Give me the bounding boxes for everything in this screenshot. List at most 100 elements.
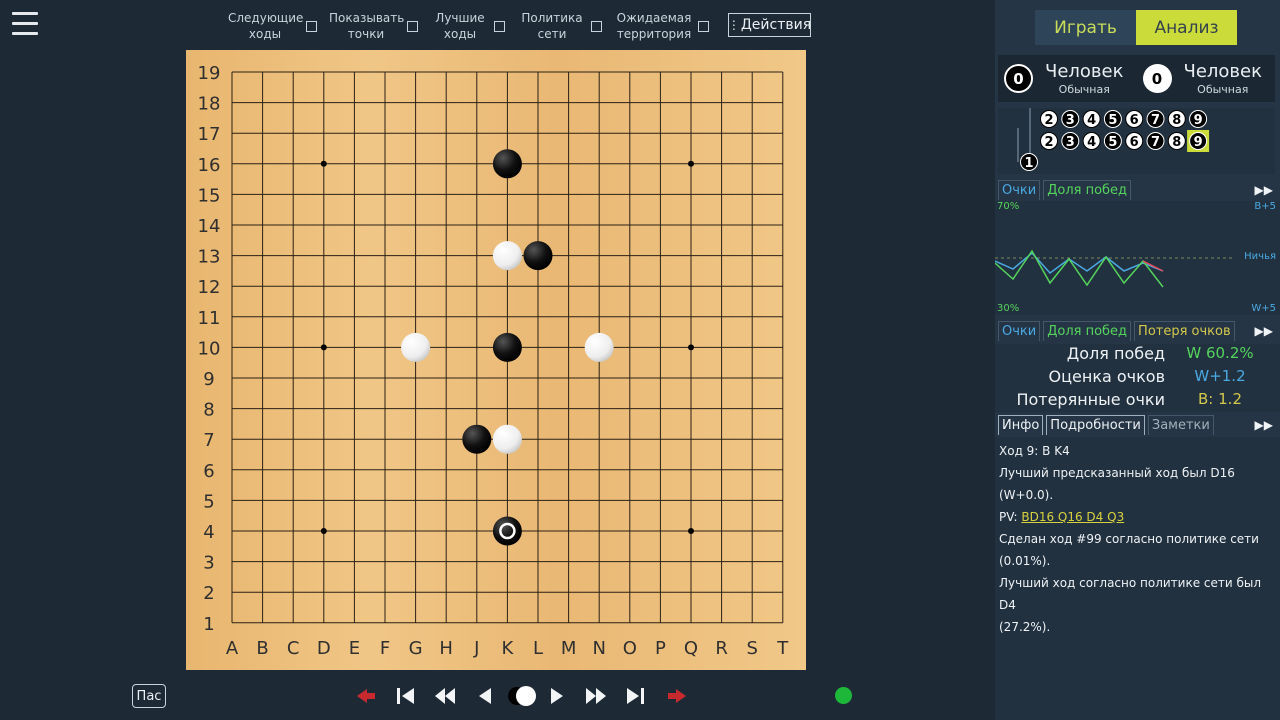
tab-notes[interactable]: Заметки bbox=[1147, 415, 1214, 435]
stat-winrate: Доля побед W 60.2% bbox=[995, 344, 1280, 366]
expand-graph-icon[interactable]: ▶▶ bbox=[1255, 183, 1273, 197]
column-label: N bbox=[592, 638, 605, 659]
next-moves-checkbox[interactable] bbox=[306, 20, 317, 32]
tab-details[interactable]: Подробности bbox=[1046, 415, 1145, 435]
move-tree[interactable]: 23456789 23456789 1 bbox=[998, 108, 1275, 174]
option-policy[interactable]: Политика сети bbox=[517, 10, 602, 42]
black-stone bbox=[462, 424, 492, 454]
player-white[interactable]: 0 Человек Обычная bbox=[1137, 55, 1276, 102]
loss-label: Потерянные очки bbox=[1016, 390, 1165, 409]
move-tree-canvas[interactable]: 2 3 4 5 6 7 8 9 2 3 4 5 6 7 8 9 1 bbox=[998, 108, 1275, 174]
white-player-name: Человек bbox=[1183, 61, 1263, 82]
display-options: Следующие ходы Показывать точки Лучшие х… bbox=[228, 8, 721, 44]
star-point bbox=[688, 160, 694, 167]
row-label: 2 bbox=[203, 583, 214, 604]
pass-label: Пас bbox=[136, 688, 162, 704]
graph-lines bbox=[995, 249, 1235, 288]
tree-node-label[interactable]: 6 bbox=[1130, 113, 1139, 128]
last-move-icon[interactable] bbox=[623, 684, 649, 708]
option-show-points-label: Показывать точки bbox=[329, 11, 405, 41]
prev-mistake-icon[interactable] bbox=[353, 684, 379, 708]
option-show-points[interactable]: Показывать точки bbox=[329, 10, 418, 42]
expand-info-icon[interactable]: ▶▶ bbox=[1255, 418, 1273, 432]
pass-button[interactable]: Пас bbox=[132, 684, 166, 708]
star-point bbox=[688, 528, 694, 534]
pv-link[interactable]: BD16 Q16 D4 Q3 bbox=[1021, 510, 1124, 524]
hamburger-menu-icon[interactable] bbox=[12, 12, 38, 38]
tree-node-label[interactable]: 8 bbox=[1172, 113, 1181, 128]
actions-button[interactable]: ⋮ Действия bbox=[728, 13, 811, 37]
column-label: C bbox=[287, 638, 300, 659]
tree-node-label[interactable]: 7 bbox=[1151, 113, 1160, 128]
tree-node-label[interactable]: 7 bbox=[1151, 135, 1160, 150]
tree-node-label[interactable]: 9 bbox=[1194, 135, 1203, 150]
info-pv: PV: BD16 Q16 D4 Q3 bbox=[999, 506, 1276, 528]
column-label: D bbox=[317, 638, 331, 659]
players-panel: 0 Человек Обычная 0 Человек Обычная bbox=[998, 55, 1275, 102]
row-label: 4 bbox=[203, 522, 214, 543]
column-label: O bbox=[623, 638, 637, 659]
territory-checkbox[interactable] bbox=[698, 20, 709, 32]
best-moves-checkbox[interactable] bbox=[494, 20, 505, 32]
tree-node-label[interactable]: 5 bbox=[1108, 135, 1117, 150]
go-board[interactable]: A B C D E F G H J K L M N O P Q R S T 1 2 3 4 5 6 7 8 9 10 11 12 13 14 15… bbox=[186, 50, 806, 670]
white-captures: 0 bbox=[1142, 64, 1172, 93]
tree-node-label[interactable]: 4 bbox=[1087, 113, 1096, 128]
tree-node-label[interactable]: 3 bbox=[1066, 135, 1075, 150]
option-territory[interactable]: Ожидаемая территория bbox=[614, 10, 709, 42]
winrate-label: Доля побед bbox=[1066, 344, 1165, 363]
tab-analysis[interactable]: Анализ bbox=[1136, 10, 1237, 45]
white-stone bbox=[492, 424, 522, 454]
option-best-moves[interactable]: Лучшие ходы bbox=[430, 10, 505, 42]
column-label: A bbox=[226, 638, 239, 659]
tree-node-label[interactable]: 8 bbox=[1172, 135, 1181, 150]
back-ten-icon[interactable] bbox=[432, 684, 458, 708]
next-mistake-icon[interactable] bbox=[664, 684, 690, 708]
forward-one-icon[interactable] bbox=[544, 684, 570, 708]
black-stone bbox=[492, 516, 522, 546]
row-label: 13 bbox=[198, 247, 221, 268]
column-label: G bbox=[409, 638, 423, 659]
winrate-value: W 60.2% bbox=[1186, 344, 1254, 362]
tree-node-label[interactable]: 2 bbox=[1044, 135, 1053, 150]
info-tabs: Инфо Подробности Заметки bbox=[998, 415, 1217, 435]
board-canvas[interactable]: A B C D E F G H J K L M N O P Q R S T123456789101112131415… bbox=[186, 50, 806, 670]
first-move-icon[interactable] bbox=[392, 684, 418, 708]
analysis-sidebar: Играть Анализ 0 Человек Обычная 0 Челове… bbox=[995, 0, 1280, 720]
policy-checkbox[interactable] bbox=[591, 20, 602, 32]
expand-stats-icon[interactable]: ▶▶ bbox=[1255, 324, 1273, 338]
row-label: 5 bbox=[203, 491, 214, 512]
forward-ten-icon[interactable] bbox=[583, 684, 609, 708]
row-label: 9 bbox=[203, 369, 214, 390]
option-territory-label: Ожидаемая территория bbox=[616, 11, 692, 41]
column-label: S bbox=[746, 638, 757, 659]
row-label: 8 bbox=[203, 400, 214, 421]
tab-stats-loss[interactable]: Потеря очков bbox=[1134, 321, 1235, 341]
winrate-graph[interactable]: 70% B+5 Ничья 30% W+5 bbox=[995, 201, 1280, 315]
tab-graph-winrate[interactable]: Доля побед bbox=[1043, 180, 1132, 200]
row-label: 17 bbox=[198, 124, 221, 145]
option-next-moves[interactable]: Следующие ходы bbox=[228, 10, 317, 42]
loss-value: B: 1.2 bbox=[1198, 390, 1242, 408]
info-best-move: Лучший предсказанный ход был D16 (W+0.0)… bbox=[999, 466, 1235, 502]
show-points-checkbox[interactable] bbox=[407, 20, 418, 32]
column-label: E bbox=[349, 638, 360, 659]
tree-node-label[interactable]: 6 bbox=[1130, 135, 1139, 150]
stat-loss: Потерянные очки B: 1.2 bbox=[995, 390, 1280, 412]
tree-node-label[interactable]: 9 bbox=[1194, 113, 1203, 128]
player-black[interactable]: 0 Человек Обычная bbox=[998, 55, 1137, 102]
tree-node-label[interactable]: 4 bbox=[1087, 135, 1096, 150]
tree-node-label[interactable]: 3 bbox=[1066, 113, 1075, 128]
tab-stats-winrate[interactable]: Доля побед bbox=[1043, 321, 1132, 341]
tab-graph-score[interactable]: Очки bbox=[998, 180, 1041, 200]
back-one-icon[interactable] bbox=[472, 684, 498, 708]
row-label: 18 bbox=[198, 94, 221, 115]
stats-panel: Доля побед W 60.2% Оценка очков W+1.2 По… bbox=[995, 344, 1280, 412]
tree-root-node-label[interactable]: 1 bbox=[1024, 156, 1033, 171]
tab-play[interactable]: Играть bbox=[1035, 10, 1136, 45]
tree-node-label[interactable]: 5 bbox=[1108, 113, 1117, 128]
white-stone bbox=[401, 332, 431, 362]
tab-info[interactable]: Инфо bbox=[998, 415, 1044, 435]
tab-stats-score[interactable]: Очки bbox=[998, 321, 1041, 341]
tree-node-label[interactable]: 2 bbox=[1044, 113, 1053, 128]
